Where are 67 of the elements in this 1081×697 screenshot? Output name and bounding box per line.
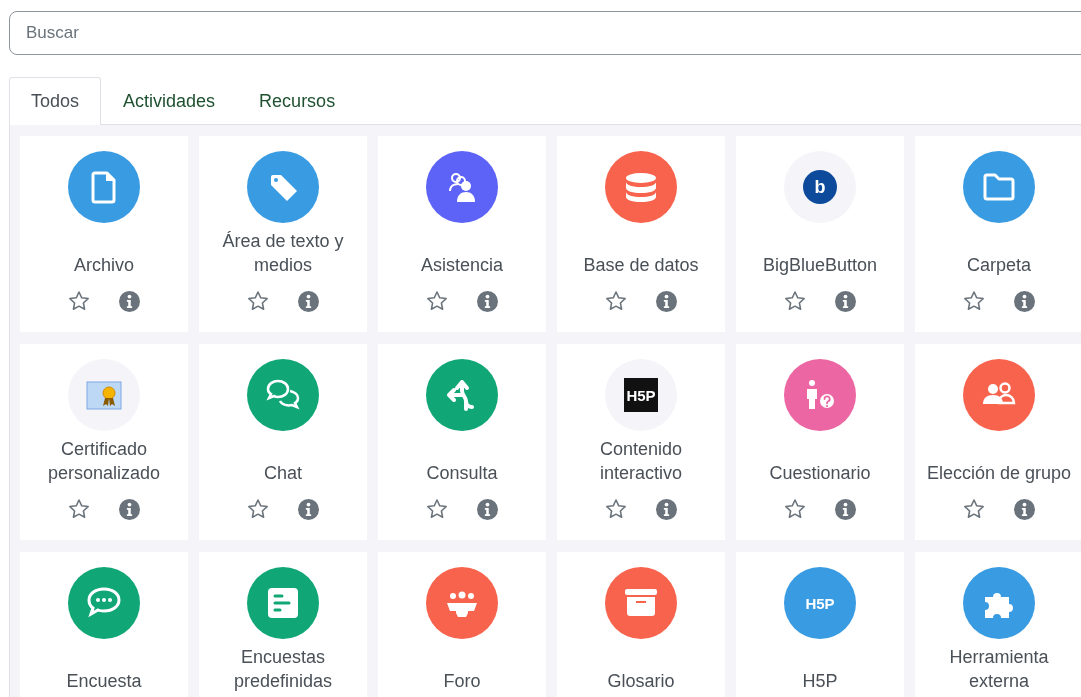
info-icon[interactable] xyxy=(656,290,677,312)
info-icon[interactable] xyxy=(477,290,498,312)
star-icon[interactable] xyxy=(247,498,269,520)
module-card[interactable]: Archivo xyxy=(20,136,188,332)
module-card[interactable]: H5P H5P xyxy=(736,552,904,697)
module-name: Glosario xyxy=(607,670,675,693)
star-icon[interactable] xyxy=(68,290,90,312)
info-icon[interactable] xyxy=(298,290,319,312)
star-icon[interactable] xyxy=(68,498,90,520)
module-name: Archivo xyxy=(74,254,134,277)
module-name: Herramienta externa xyxy=(948,646,1050,693)
info-icon[interactable] xyxy=(1014,290,1035,312)
module-name: Base de datos xyxy=(583,254,699,277)
module-name: H5P xyxy=(802,670,838,693)
h5p-logo-icon: H5P xyxy=(605,359,677,431)
module-card[interactable]: Foro xyxy=(378,552,546,697)
module-card[interactable]: Elección de grupo xyxy=(915,344,1081,540)
module-card[interactable]: Asistencia xyxy=(378,136,546,332)
module-name: Foro xyxy=(443,670,481,693)
info-icon[interactable] xyxy=(119,290,140,312)
module-name: Cuestionario xyxy=(769,462,871,485)
tab[interactable]: Actividades xyxy=(101,77,238,125)
module-name: Encuesta xyxy=(66,670,142,693)
module-name: Elección de grupo xyxy=(926,462,1072,485)
module-name: Asistencia xyxy=(420,254,503,277)
module-name: BigBlueButton xyxy=(762,254,878,277)
star-icon[interactable] xyxy=(784,498,806,520)
tab[interactable]: Todos xyxy=(9,77,102,125)
module-name: Carpeta xyxy=(966,254,1031,277)
module-card[interactable]: Encuestas predefinidas xyxy=(199,552,367,697)
star-icon[interactable] xyxy=(426,290,448,312)
star-icon[interactable] xyxy=(247,290,269,312)
module-card[interactable]: Área de texto y medios xyxy=(199,136,367,332)
info-icon[interactable] xyxy=(835,290,856,312)
module-card[interactable]: Base de datos xyxy=(557,136,725,332)
module-name: Contenido interactivo xyxy=(598,438,684,485)
star-icon[interactable] xyxy=(963,498,985,520)
star-icon[interactable] xyxy=(963,290,985,312)
module-card[interactable]: Chat xyxy=(199,344,367,540)
module-card[interactable]: Herramienta externa xyxy=(915,552,1081,697)
star-icon[interactable] xyxy=(426,498,448,520)
search-field[interactable]: Buscar xyxy=(9,11,1081,55)
info-icon[interactable] xyxy=(835,498,856,520)
info-icon[interactable] xyxy=(656,498,677,520)
module-card[interactable]: Glosario xyxy=(557,552,725,697)
star-icon[interactable] xyxy=(605,290,627,312)
module-card[interactable]: H5P Contenido interactivo xyxy=(557,344,725,540)
module-name: Encuestas predefinidas xyxy=(232,646,334,693)
module-card[interactable]: Carpeta xyxy=(915,136,1081,332)
module-card[interactable]: Consulta xyxy=(378,344,546,540)
star-icon[interactable] xyxy=(605,498,627,520)
module-name: Certificado personalizado xyxy=(46,438,162,485)
module-card[interactable]: Encuesta xyxy=(20,552,188,697)
module-card[interactable]: b BigBlueButton xyxy=(736,136,904,332)
module-name: Chat xyxy=(264,462,302,485)
star-icon[interactable] xyxy=(784,290,806,312)
info-icon[interactable] xyxy=(298,498,319,520)
info-icon[interactable] xyxy=(119,498,140,520)
module-card[interactable]: Cuestionario xyxy=(736,344,904,540)
module-name: Área de texto y medios xyxy=(221,230,345,277)
info-icon[interactable] xyxy=(1014,498,1035,520)
tab[interactable]: Recursos xyxy=(237,77,358,125)
h5p-logo-icon: H5P xyxy=(784,567,856,639)
module-card[interactable]: Certificado personalizado xyxy=(20,344,188,540)
module-name: Consulta xyxy=(426,462,498,485)
b-logo-icon: b xyxy=(784,151,856,223)
info-icon[interactable] xyxy=(477,498,498,520)
